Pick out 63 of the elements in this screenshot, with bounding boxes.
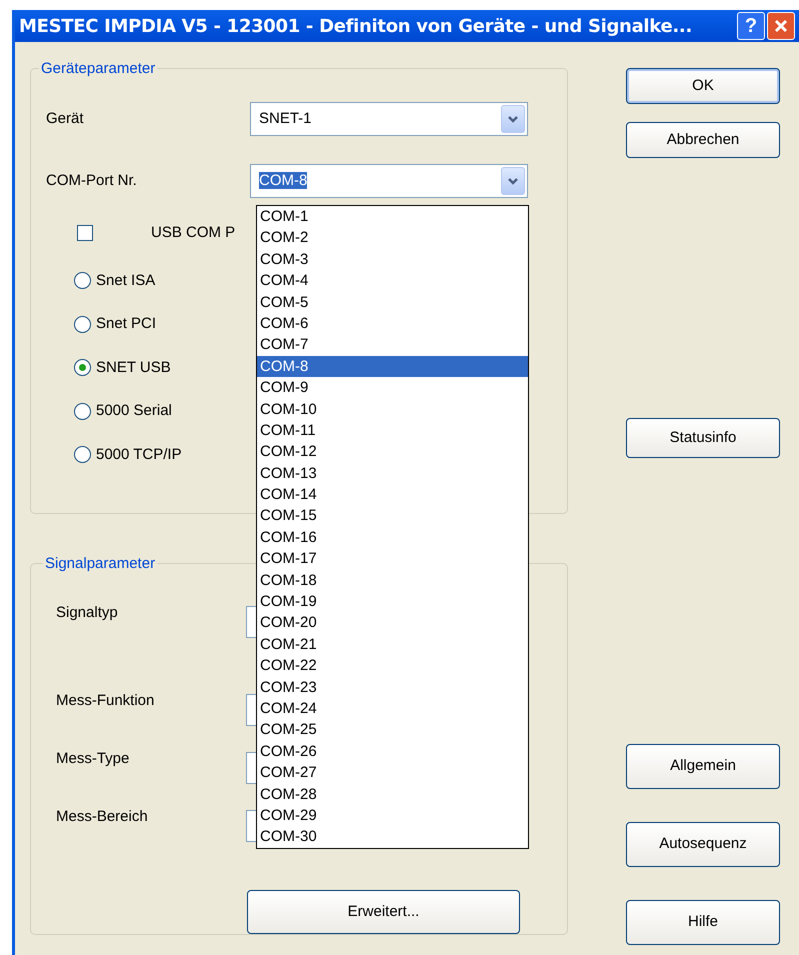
- dropdown-option[interactable]: COM-13: [257, 462, 528, 484]
- dropdown-option[interactable]: COM-9: [257, 377, 528, 399]
- dropdown-option[interactable]: COM-18: [257, 570, 528, 592]
- dropdown-option[interactable]: COM-21: [257, 634, 528, 656]
- field-label: Mess-Bereich: [56, 807, 149, 827]
- close-button[interactable]: [767, 12, 795, 40]
- dropdown-option[interactable]: COM-24: [257, 698, 528, 720]
- dialog-button[interactable]: Hilfe: [626, 900, 780, 945]
- dropdown-option[interactable]: COM-29: [257, 804, 528, 826]
- dropdown-option[interactable]: COM-25: [257, 719, 528, 741]
- dropdown-option[interactable]: COM-15: [257, 505, 528, 527]
- radio-button[interactable]: [74, 316, 91, 333]
- window-title: MESTEC IMPDIA V5 - 123001 - Definiton von Geräte - und Signalke...: [19, 14, 693, 38]
- field-label: Gerät: [46, 108, 85, 129]
- dropdown-option[interactable]: COM-27: [257, 762, 528, 784]
- dropdown-option[interactable]: COM-14: [257, 484, 528, 506]
- radio-label: 5000 TCP/IP: [96, 444, 182, 464]
- dropdown-option[interactable]: COM-10: [257, 398, 528, 420]
- dropdown-option[interactable]: COM-11: [257, 420, 528, 442]
- help-button[interactable]: ?: [737, 12, 765, 40]
- field-label: Signaltyp: [56, 603, 119, 623]
- dropdown-field[interactable]: COM-8: [250, 164, 528, 198]
- dropdown-field[interactable]: SNET-1: [250, 102, 528, 136]
- dropdown-option[interactable]: COM-3: [257, 248, 528, 270]
- checkbox[interactable]: [77, 225, 93, 242]
- dropdown-option[interactable]: COM-8: [257, 356, 528, 378]
- dropdown-option[interactable]: COM-2: [257, 227, 528, 249]
- dropdown-option[interactable]: COM-22: [257, 655, 528, 677]
- radio-label: Snet PCI: [96, 314, 156, 334]
- dropdown-option[interactable]: COM-17: [257, 548, 528, 570]
- field-value: COM-8: [259, 172, 308, 189]
- dropdown-option[interactable]: COM-30: [257, 826, 528, 848]
- checkbox-label: USB COM P: [151, 223, 236, 243]
- dropdown-option[interactable]: COM-19: [257, 591, 528, 612]
- dropdown-option[interactable]: COM-20: [257, 612, 528, 634]
- dialog-button[interactable]: Erweitert...: [247, 890, 520, 934]
- radio-label: Snet ISA: [96, 270, 156, 290]
- dropdown-option[interactable]: COM-16: [257, 526, 528, 548]
- dropdown-option[interactable]: COM-4: [257, 270, 528, 292]
- dialog-button[interactable]: Abbrechen: [626, 122, 780, 158]
- dropdown-option[interactable]: COM-1: [257, 206, 528, 228]
- dropdown-option[interactable]: COM-7: [257, 334, 528, 356]
- radio-button[interactable]: [74, 446, 91, 464]
- field-label: COM-Port Nr.: [46, 170, 138, 191]
- close-icon: [773, 18, 789, 34]
- field-label: Mess-Funktion: [56, 691, 156, 711]
- radio-button[interactable]: [74, 272, 91, 290]
- dialog-button[interactable]: Autosequenz: [626, 822, 780, 867]
- dialog-button[interactable]: OK: [626, 68, 780, 104]
- field-value: SNET-1: [259, 110, 312, 127]
- dropdown-option[interactable]: COM-12: [257, 441, 528, 463]
- dropdown-option[interactable]: COM-26: [257, 740, 528, 762]
- radio-label: SNET USB: [96, 358, 171, 378]
- dropdown-option[interactable]: COM-23: [257, 676, 528, 698]
- dialog-button[interactable]: Statusinfo: [626, 418, 780, 458]
- dialog-button[interactable]: Allgemein: [626, 744, 780, 789]
- field-label: Mess-Type: [56, 749, 130, 769]
- radio-label: 5000 Serial: [96, 401, 172, 421]
- radio-button[interactable]: [74, 359, 91, 376]
- radio-button[interactable]: [74, 402, 91, 420]
- dropdown-option[interactable]: COM-5: [257, 292, 528, 313]
- dropdown-option[interactable]: COM-28: [257, 784, 528, 805]
- dropdown-option[interactable]: COM-6: [257, 312, 528, 334]
